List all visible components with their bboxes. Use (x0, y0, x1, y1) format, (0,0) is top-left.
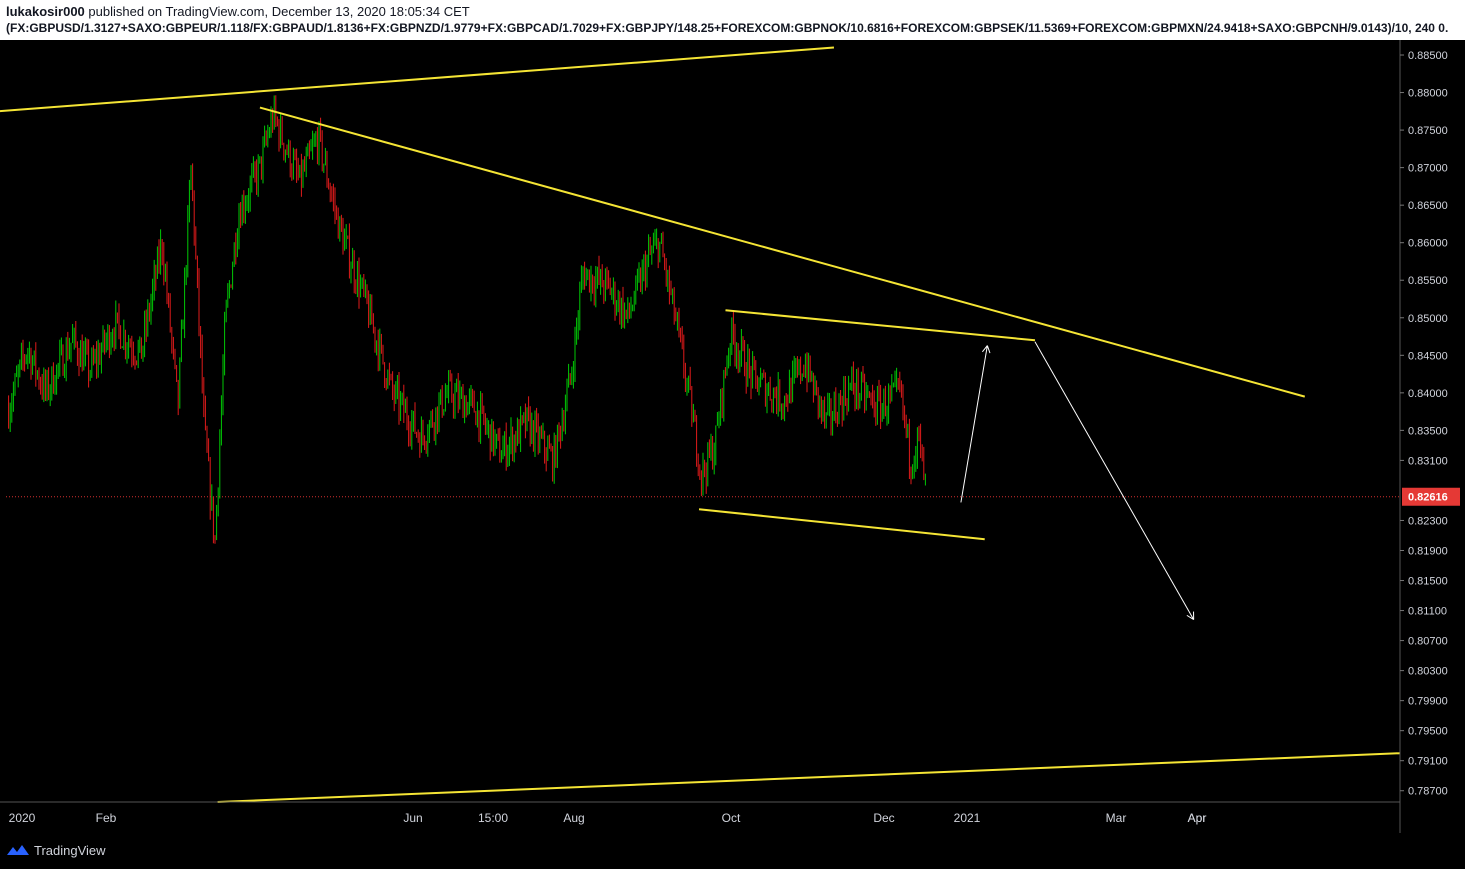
price-tick-label: 0.88500 (1408, 50, 1448, 62)
time-tick-label: Apr (1188, 811, 1207, 825)
descending-resistance[interactable] (259, 106, 1306, 398)
arrow-shaft (960, 345, 988, 503)
price-tick-label: 0.81500 (1408, 576, 1448, 588)
price-axis[interactable]: 0.88500 0.88000 0.87500 0.87000 0.86500 0.860… (1399, 40, 1460, 833)
price-tick-label: 0.86500 (1408, 200, 1448, 212)
price-tick-label: 0.81900 (1408, 546, 1448, 558)
brand-name[interactable]: TradingView (34, 843, 106, 858)
publication-info: lukakosir000 published on TradingView.co… (6, 4, 470, 19)
author-name[interactable]: lukakosir000 (6, 4, 85, 19)
time-tick-label: Oct (722, 811, 741, 825)
price-tick-label: 0.79500 (1408, 726, 1448, 738)
projection-arrow-up[interactable] (960, 345, 991, 503)
price-tick-label: 0.83100 (1408, 455, 1448, 467)
footer-bar: TradingView (0, 833, 1465, 869)
published-text: published on TradingView.com, December 1… (84, 4, 470, 19)
time-tick-label: 2021 (954, 811, 981, 825)
price-tick-label: 0.83500 (1408, 425, 1448, 437)
price-tick-label: 0.78700 (1408, 786, 1448, 798)
time-axis[interactable]: 2020 Feb AprJun 15:00 Aug Oct Dec 2021 Mar Apr (0, 801, 1400, 825)
flag-top-line[interactable] (725, 309, 1036, 342)
price-tick-label: 0.82300 (1408, 515, 1448, 527)
last-price-badge[interactable]: 0.82616 (1402, 487, 1460, 506)
last-price-label: 0.82616 (1408, 492, 1448, 504)
symbol-formula: (FX:GBPUSD/1.3127+SAXO:GBPEUR/1.118/FX:G… (6, 21, 1449, 35)
time-tick-label: Aug (563, 811, 584, 825)
price-tick-label: 0.80300 (1408, 666, 1448, 678)
price-tick-label: 0.80700 (1408, 636, 1448, 648)
time-tick-label: Dec (873, 811, 894, 825)
candles-layer (8, 95, 926, 544)
time-tick-label: Jun (403, 811, 422, 825)
price-tick-label: 0.84000 (1408, 388, 1448, 400)
price-tick-label: 0.79900 (1408, 696, 1448, 708)
price-tick-label: 0.79100 (1408, 756, 1448, 768)
flag-bottom-line[interactable] (698, 508, 985, 541)
tradingview-logo-icon[interactable] (6, 842, 30, 858)
publication-header: lukakosir000 published on TradingView.co… (0, 0, 1465, 40)
time-tick-label: Mar (1106, 811, 1127, 825)
time-tick-label: 15:00 (478, 811, 508, 825)
projection-arrow-down[interactable] (1034, 341, 1195, 620)
arrow-head (986, 345, 991, 354)
price-tick-label: 0.86000 (1408, 238, 1448, 250)
price-chart[interactable]: 0.88500 0.88000 0.87500 0.87000 0.86500 0.860… (0, 40, 1465, 833)
trendlines-layer (0, 46, 1401, 803)
price-tick-label: 0.81100 (1408, 606, 1447, 618)
price-tick-label: 0.87000 (1408, 163, 1448, 175)
price-tick-label: 0.85500 (1408, 275, 1448, 287)
lower-channel-line[interactable] (217, 752, 1401, 803)
price-tick-label: 0.84500 (1408, 350, 1448, 362)
time-tick-label: Feb (96, 811, 117, 825)
price-tick-label: 0.87500 (1408, 125, 1448, 137)
price-tick-label: 0.85000 (1408, 313, 1448, 325)
upper-channel-line[interactable] (0, 46, 835, 113)
time-tick-label: 2020 (9, 811, 36, 825)
arrow-shaft (1034, 341, 1195, 620)
price-tick-label: 0.88000 (1408, 88, 1448, 100)
